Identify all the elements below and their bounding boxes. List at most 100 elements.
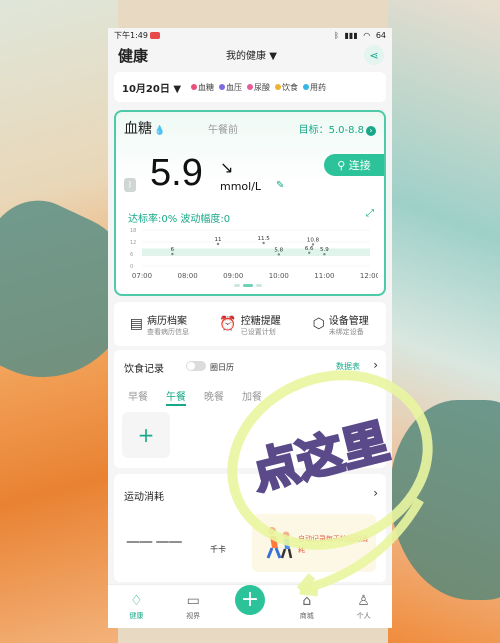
meal-tab[interactable]: 午餐 [166, 388, 186, 406]
share-button[interactable]: ⋖ [364, 45, 384, 65]
blood-glucose-card[interactable]: 血糖 💧 午餐前 目标：5.0-8.8 › ᛒ 5.9 ↘ mmol/L ✎ ⚲ 连… [114, 110, 386, 296]
tab-label: 健康 [129, 611, 144, 620]
kcal-unit: 千卡 [210, 545, 226, 554]
store-icon: ⌂ [302, 592, 312, 609]
link-icon: ⚲ [337, 158, 346, 172]
app-header: 健康 我的健康 ▼ ⋖ [108, 42, 392, 68]
data-point [171, 252, 174, 256]
health-profile-switch[interactable]: 我的健康 ▼ [226, 47, 277, 62]
add-meal-button[interactable]: + [122, 412, 170, 458]
meal-tab[interactable]: 晚餐 [204, 388, 224, 406]
alarm-clock-icon: ⏰ [219, 316, 237, 332]
meal-tabs: 早餐 午餐 晚餐 加餐 [128, 388, 262, 406]
video-icon: ▭ [186, 592, 200, 609]
service-item[interactable]: ⬡ 设备管理 未绑定设备 [295, 312, 386, 337]
kcal-value: —— —— [126, 534, 182, 550]
tab-vision[interactable]: ▭ 视界 [165, 585, 222, 628]
meal-tab[interactable]: 加餐 [242, 388, 262, 406]
legend-label: 血压 [226, 82, 243, 92]
chevron-right-icon[interactable]: › [373, 358, 378, 372]
service-item[interactable]: ⏰ 控糖提醒 已设置计划 [205, 312, 296, 337]
x-tick-label: 07:00 [132, 272, 152, 280]
legend-item: 用药 [303, 82, 326, 93]
data-label: 5.8 [274, 247, 283, 253]
y-tick-label: 0 [130, 264, 133, 270]
health-profile-label: 我的健康 [226, 51, 266, 62]
y-tick-label: 6 [130, 252, 133, 258]
tab-label: 视界 [186, 611, 201, 620]
data-label: 5.9 [320, 247, 329, 253]
compliance-rate: 达标率:0% 波动幅度:0 [128, 214, 231, 225]
expand-icon[interactable]: ⤢ [366, 208, 374, 219]
date-label: 10月20日 [122, 83, 170, 95]
glucose-target-text: 目标：5.0-8.8 [298, 125, 364, 136]
category-legend: 血糖 血压 尿酸 饮食 用药 [191, 82, 326, 93]
tab-label: 个人 [356, 611, 371, 620]
bottom-tab-bar: ♢ 健康 ▭ 视界 + ⌂ 商城 ♙ 个人 [108, 584, 392, 628]
service-title: 控糖提醒 [240, 315, 281, 327]
data-point [277, 253, 280, 256]
x-tick-label: 09:00 [223, 272, 243, 280]
x-tick-label: 11:00 [314, 272, 334, 280]
bluetooth-icon: ᛒ [124, 178, 136, 192]
data-table-link[interactable]: 数据表 [336, 361, 360, 372]
decorative-background-right [388, 0, 500, 643]
data-label: 6.6 [305, 246, 314, 252]
x-tick-label: 12:00 [360, 272, 378, 280]
legend-label: 血糖 [198, 82, 215, 92]
meal-tab[interactable]: 早餐 [128, 388, 148, 406]
date-filter-bar: 10月20日 ▼ 血糖 血压 尿酸 饮食 用药 [114, 72, 386, 102]
glucose-target[interactable]: 目标：5.0-8.8 › [299, 121, 376, 136]
trend-arrow-icon: ↘ [220, 158, 234, 177]
status-bar: 下午1:49 ᛒ ▮▮▮ ◠ 64 [108, 28, 392, 42]
tab-label: 商城 [299, 611, 314, 620]
legend-item: 血压 [219, 82, 242, 93]
status-time: 下午1:49 [114, 30, 148, 40]
service-item[interactable]: ▤ 病历档案 查看病历信息 [114, 312, 205, 337]
edit-pencil-icon[interactable]: ✎ [276, 180, 284, 191]
chevron-right-icon[interactable]: › [373, 486, 378, 500]
plus-icon: + [234, 584, 265, 615]
banner-text: 自动记录每天的运动消耗 [298, 535, 368, 554]
glucose-mini-chart: 18 12 6 0 07:00 08:00 09:00 10:00 11:00 12:00 6 11 1… [130, 228, 378, 280]
date-selector[interactable]: 10月20日 ▼ [122, 80, 181, 95]
service-title: 病历档案 [146, 315, 187, 327]
exercise-card: 运动消耗 › —— —— 千卡 自动记录每天的运动消耗 [114, 474, 386, 582]
caret-down-icon: ▼ [173, 83, 182, 95]
glucose-value: 5.9 [150, 152, 203, 194]
drop-icon: 💧 [154, 126, 166, 136]
data-point [216, 242, 220, 246]
x-tick-label: 10:00 [269, 272, 289, 280]
tab-health[interactable]: ♢ 健康 [108, 585, 165, 628]
legend-label: 尿酸 [254, 82, 271, 92]
legend-item: 尿酸 [247, 82, 270, 93]
phone-screen: 下午1:49 ᛒ ▮▮▮ ◠ 64 健康 我的健康 ▼ ⋖ 10月20日 ▼ 血… [108, 28, 392, 628]
data-point [323, 253, 326, 256]
data-label: 11 [215, 237, 222, 243]
person-icon: ♙ [357, 592, 370, 609]
tab-mall[interactable]: ⌂ 商城 [278, 585, 335, 628]
service-title: 设备管理 [328, 315, 369, 327]
service-desc: 查看病历信息 [146, 327, 189, 336]
exercise-banner[interactable]: 自动记录每天的运动消耗 [252, 514, 376, 572]
legend-item: 饮食 [275, 82, 298, 93]
connect-button[interactable]: ⚲ 连接 [324, 154, 384, 176]
data-point [262, 241, 265, 245]
leaf-icon: ♢ [130, 592, 143, 609]
medical-record-icon: ▤ [129, 316, 143, 332]
data-point [311, 243, 315, 246]
connect-label: 连接 [348, 159, 371, 172]
glucose-title: 血糖 💧 [124, 118, 165, 138]
carousel-pager [234, 284, 262, 287]
x-tick-label: 08:00 [178, 272, 198, 280]
calendar-toggle[interactable] [186, 361, 206, 371]
legend-label: 用药 [310, 82, 327, 92]
runner-illustration-icon [266, 527, 293, 559]
data-label: 11.5 [257, 236, 270, 242]
tab-profile[interactable]: ♙ 个人 [335, 585, 392, 628]
diet-title: 饮食记录 [124, 364, 164, 375]
add-record-button[interactable]: + [222, 584, 279, 628]
legend-dot-icon [303, 84, 310, 90]
device-box-icon: ⬡ [312, 316, 325, 332]
record-indicator-icon [149, 31, 160, 39]
